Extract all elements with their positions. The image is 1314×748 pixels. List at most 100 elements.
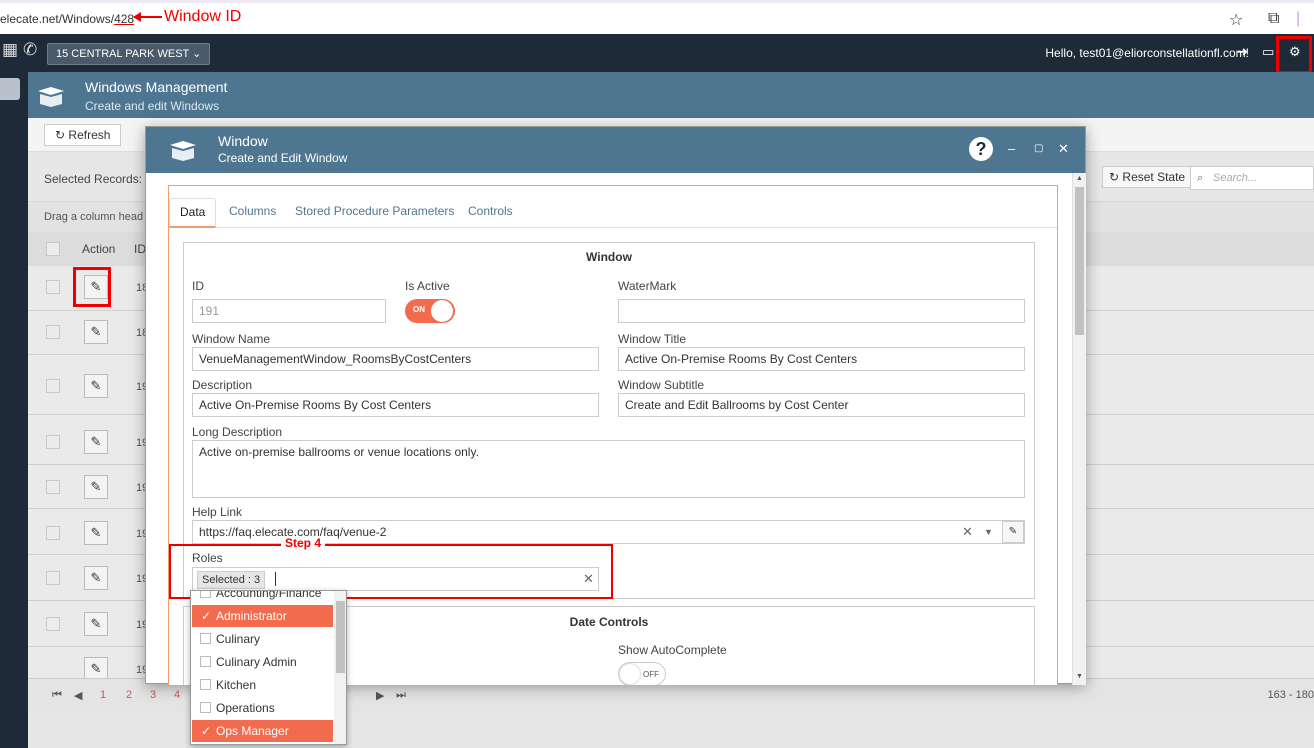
page-header: Windows Management Create and edit Windo… <box>28 72 1314 118</box>
edit-pencil-icon[interactable]: ✎ <box>84 320 108 344</box>
scroll-down-icon[interactable]: ▼ <box>1076 673 1083 680</box>
tab-columns[interactable]: Columns <box>219 198 286 228</box>
window-id-annotation: Window ID <box>133 8 241 26</box>
row-checkbox[interactable] <box>46 280 60 294</box>
logout-icon[interactable]: ➜ <box>1237 44 1248 60</box>
role-option[interactable]: Kitchen <box>192 674 333 696</box>
box-icon <box>170 141 196 161</box>
reset-icon: ↻ <box>1109 170 1120 184</box>
next-page-icon[interactable]: ▶ <box>376 689 384 702</box>
folder-icon[interactable]: ▭ <box>1262 44 1274 60</box>
refresh-button[interactable]: ↻ Refresh <box>44 124 122 146</box>
checkbox-icon <box>200 656 211 667</box>
step-annotation: Step 4 <box>281 536 326 550</box>
row-checkbox[interactable] <box>46 526 60 540</box>
dropdown-scroll-thumb[interactable] <box>336 601 345 673</box>
user-greeting: Hello, test01@eliorconstellationfl.com! <box>1045 46 1249 60</box>
chevron-down-icon[interactable]: ▼ <box>984 527 993 537</box>
row-checkbox[interactable] <box>46 435 60 449</box>
star-icon[interactable]: ☆ <box>1229 10 1243 30</box>
phone-icon[interactable]: ✆ <box>23 40 37 60</box>
row-checkbox[interactable] <box>46 571 60 585</box>
role-option[interactable]: Culinary Admin <box>192 651 333 673</box>
tab-data[interactable]: Data <box>169 198 217 228</box>
url-text[interactable]: elecate.net/Windows/428 <box>0 12 134 26</box>
building-icon[interactable]: ▦ <box>2 40 18 60</box>
maximize-icon[interactable]: ▢ <box>1034 143 1043 154</box>
row-checkbox[interactable] <box>46 617 60 631</box>
role-option[interactable]: Operations <box>192 697 333 719</box>
page-subtitle: Create and edit Windows <box>85 99 220 113</box>
clear-icon[interactable]: ✕ <box>962 524 973 540</box>
edit-pencil-icon[interactable]: ✎ <box>84 475 108 499</box>
scroll-up-icon[interactable]: ▲ <box>1076 175 1083 182</box>
role-option[interactable]: ✓ Ops Manager <box>192 720 333 742</box>
help-icon[interactable]: ? <box>969 137 993 161</box>
window-name-field[interactable]: VenueManagementWindow_RoomsByCostCenters <box>192 347 599 371</box>
url-window-id: 428 <box>114 12 135 26</box>
row-checkbox[interactable] <box>46 325 60 339</box>
minimize-icon[interactable]: – <box>1008 141 1015 156</box>
description-field[interactable]: Active On-Premise Rooms By Cost Centers <box>192 393 599 417</box>
box-icon <box>38 87 64 107</box>
scroll-thumb[interactable] <box>1075 187 1084 335</box>
window-title-field[interactable]: Active On-Premise Rooms By Cost Centers <box>618 347 1025 371</box>
first-page-icon[interactable]: ⏮ <box>52 689 62 702</box>
tab-stored-procedure-parameters[interactable]: Stored Procedure Parameters <box>285 198 464 228</box>
modal-tabs: Data Columns Stored Procedure Parameters… <box>169 198 1057 228</box>
modal-scrollbar[interactable]: ▲ ▼ <box>1072 173 1086 685</box>
close-icon[interactable]: ✕ <box>1058 141 1069 157</box>
show-autocomplete-toggle[interactable]: OFF <box>618 662 666 685</box>
page-number[interactable]: 2 <box>126 689 132 701</box>
toolbar-divider: | <box>1296 10 1301 27</box>
left-sidebar <box>0 72 28 748</box>
edit-pencil-icon[interactable]: ✎ <box>84 374 108 398</box>
page-title: Windows Management <box>85 79 228 95</box>
check-icon: ✓ <box>201 724 212 738</box>
search-icon: ⌕ <box>1197 172 1204 184</box>
edit-pencil-icon[interactable]: ✎ <box>84 612 108 636</box>
reset-state-button[interactable]: ↻ Reset State <box>1102 166 1193 188</box>
venue-selector[interactable]: 15 CENTRAL PARK WEST ⌄ <box>47 43 211 65</box>
watermark-field[interactable] <box>618 299 1025 323</box>
checkbox-icon <box>200 591 211 598</box>
checkbox-icon <box>200 702 211 713</box>
last-page-icon[interactable]: ⏭ <box>396 689 406 702</box>
checkbox-icon <box>200 679 211 690</box>
role-option[interactable]: Accounting/Finance <box>192 591 333 604</box>
browser-url-bar: elecate.net/Windows/428 Window ID ☆ ⧉ | <box>0 0 1314 34</box>
edit-link-button[interactable]: ✎ <box>1002 521 1024 543</box>
roles-dropdown: Accounting/Finance ✓ Administrator Culina… <box>190 590 347 745</box>
column-action[interactable]: Action <box>82 242 115 256</box>
modal-subtitle: Create and Edit Window <box>218 151 348 165</box>
row-checkbox[interactable] <box>46 379 60 393</box>
gear-highlight-annotation <box>1276 36 1312 74</box>
select-all-checkbox[interactable] <box>46 242 60 256</box>
tab-controls[interactable]: Controls <box>458 198 523 228</box>
refresh-icon: ↻ <box>55 128 66 142</box>
long-description-textarea[interactable]: Active on-premise ballrooms or venue loc… <box>192 440 1025 498</box>
edit-pencil-icon[interactable]: ✎ <box>84 430 108 454</box>
arrow-left-icon <box>133 12 162 22</box>
window-subtitle-field[interactable]: Create and Edit Ballrooms by Cost Center <box>618 393 1025 417</box>
edit-pencil-icon[interactable]: ✎ <box>84 566 108 590</box>
role-option[interactable]: Culinary <box>192 628 333 650</box>
top-nav: ▦ ✆ 15 CENTRAL PARK WEST ⌄ Hello, test01… <box>0 34 1314 72</box>
is-active-toggle[interactable]: ON <box>405 299 455 323</box>
page-number[interactable]: 3 <box>150 689 156 701</box>
edit-pencil-icon[interactable]: ✎ <box>84 521 108 545</box>
sidebar-toggle[interactable] <box>0 78 20 100</box>
dropdown-scrollbar[interactable] <box>334 591 346 744</box>
section-title: Window <box>586 250 632 264</box>
check-icon: ✓ <box>201 609 212 623</box>
modal-header[interactable]: Window Create and Edit Window ? – ▢ ✕ <box>146 127 1085 173</box>
extensions-icon[interactable]: ⧉ <box>1268 10 1279 28</box>
role-option[interactable]: ✓ Administrator <box>192 605 333 627</box>
prev-page-icon[interactable]: ◀ <box>74 689 82 702</box>
record-range: 163 - 180 <box>1267 689 1314 701</box>
page-number[interactable]: 4 <box>174 689 180 701</box>
row-checkbox[interactable] <box>46 480 60 494</box>
page-number[interactable]: 1 <box>100 689 106 701</box>
checkbox-icon <box>200 633 211 644</box>
grid-search-input[interactable]: ⌕ Search... <box>1190 166 1314 190</box>
